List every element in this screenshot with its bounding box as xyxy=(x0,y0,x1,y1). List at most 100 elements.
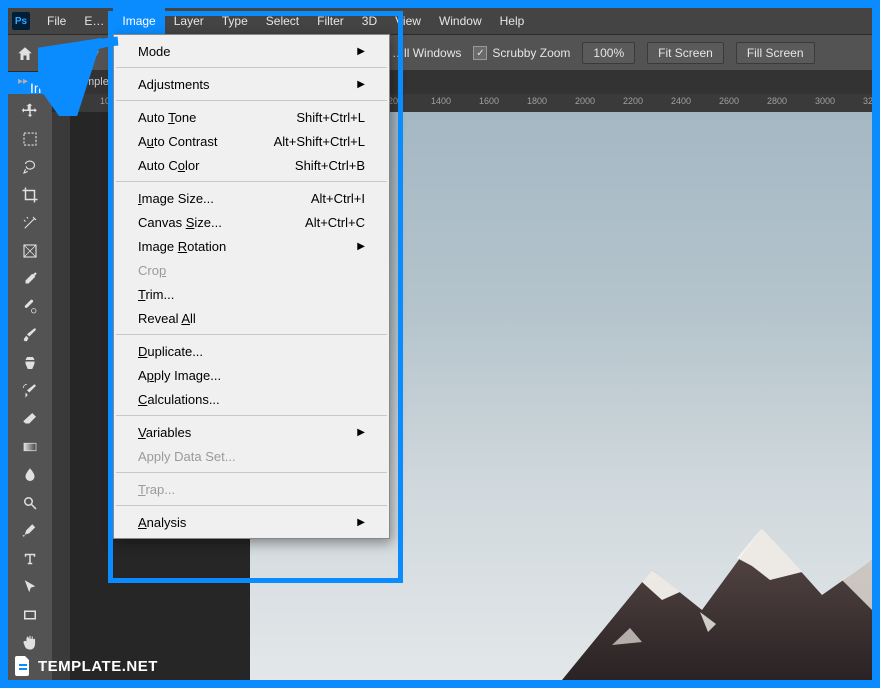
menu-item-label: Apply Data Set... xyxy=(138,449,236,464)
menu-type[interactable]: Type xyxy=(213,8,257,34)
menu-item-crop: Crop xyxy=(114,258,389,282)
all-windows-label: …ll Windows xyxy=(392,46,461,60)
eraser-icon xyxy=(21,410,39,428)
menu-item-auto-tone[interactable]: Auto Tone Shift+Ctrl+L xyxy=(114,105,389,129)
menu-item-label: Duplicate... xyxy=(138,344,203,359)
ruler-tick: 3000 xyxy=(815,96,835,106)
frame-tool[interactable] xyxy=(16,238,44,264)
crop-icon xyxy=(21,186,39,204)
menu-item-trim[interactable]: Trim... xyxy=(114,282,389,306)
menu-item-label: Analysis xyxy=(138,515,186,530)
clone-icon xyxy=(21,354,39,372)
zoom-level-field[interactable]: 100% xyxy=(582,42,635,64)
crop-tool[interactable] xyxy=(16,182,44,208)
menu-item-duplicate[interactable]: Duplicate... xyxy=(114,339,389,363)
menu-item-mode[interactable]: Mode ▶ xyxy=(114,39,389,63)
menu-item-label: Reveal All xyxy=(138,311,196,326)
ruler-tick: 2000 xyxy=(575,96,595,106)
menu-item-calculations[interactable]: Calculations... xyxy=(114,387,389,411)
menu-item-reveal-all[interactable]: Reveal All xyxy=(114,306,389,330)
ruler-tick: 1800 xyxy=(527,96,547,106)
menu-image[interactable]: Image xyxy=(113,8,164,34)
menu-select[interactable]: Select xyxy=(257,8,308,34)
ruler-tick: 1600 xyxy=(479,96,499,106)
marquee-tool[interactable] xyxy=(16,126,44,152)
eraser-tool[interactable] xyxy=(16,406,44,432)
dodge-icon xyxy=(21,494,39,512)
menu-item-label: Mode xyxy=(138,44,171,59)
dodge-tool[interactable] xyxy=(16,490,44,516)
image-menu-dropdown: Mode▶Adjustments▶Auto ToneShift+Ctrl+LAu… xyxy=(113,34,390,539)
wand-tool[interactable] xyxy=(16,210,44,236)
menu-item-label: Auto Tone xyxy=(138,110,196,125)
menu-item-label: Crop xyxy=(138,263,166,278)
menu-bar: Ps File E… Image Layer Type Select Filte… xyxy=(8,8,872,34)
submenu-arrow-icon: ▶ xyxy=(357,79,365,90)
rectangle-tool[interactable] xyxy=(16,602,44,628)
menu-item-shortcut: Alt+Ctrl+I xyxy=(311,191,365,206)
ruler-tick: 2400 xyxy=(671,96,691,106)
menu-edit[interactable]: E… xyxy=(75,8,113,34)
menu-item-canvas-size[interactable]: Canvas Size...Alt+Ctrl+C xyxy=(114,210,389,234)
fill-screen-button[interactable]: Fill Screen xyxy=(736,42,815,64)
gradient-icon xyxy=(21,438,39,456)
submenu-arrow-icon: ▶ xyxy=(357,427,365,438)
menu-item-image-rotation[interactable]: Image Rotation▶ xyxy=(114,234,389,258)
menu-filter[interactable]: Filter xyxy=(308,8,353,34)
menu-item-label: Canvas Size... xyxy=(138,215,222,230)
mountain-image xyxy=(512,500,872,680)
menu-view[interactable]: View xyxy=(386,8,430,34)
menu-item-label: Variables xyxy=(138,425,191,440)
menu-item-apply-image[interactable]: Apply Image... xyxy=(114,363,389,387)
submenu-arrow-icon: ▶ xyxy=(357,46,365,57)
fit-screen-button[interactable]: Fit Screen xyxy=(647,42,724,64)
menu-item-auto-color[interactable]: Auto ColorShift+Ctrl+B xyxy=(114,153,389,177)
menu-item-label: Trap... xyxy=(138,482,175,497)
menu-item-shortcut: Shift+Ctrl+L xyxy=(296,110,365,125)
menu-item-analysis[interactable]: Analysis▶ xyxy=(114,510,389,534)
history-brush-tool[interactable] xyxy=(16,378,44,404)
ruler-tick: 1400 xyxy=(431,96,451,106)
menu-item-trap: Trap... xyxy=(114,477,389,501)
watermark: TEMPLATE.NET xyxy=(14,656,158,676)
document-icon xyxy=(14,656,32,676)
dropdown-caret-icon[interactable]: ▾ xyxy=(94,48,99,59)
type-tool[interactable] xyxy=(16,546,44,572)
clone-tool[interactable] xyxy=(16,350,44,376)
pen-tool[interactable] xyxy=(16,518,44,544)
menu-file[interactable]: File xyxy=(38,8,75,34)
menu-item-adjustments[interactable]: Adjustments▶ xyxy=(114,72,389,96)
menu-3d[interactable]: 3D xyxy=(353,8,386,34)
home-icon[interactable] xyxy=(16,45,32,61)
panel-expand-icon[interactable]: ▸▸ xyxy=(18,76,28,87)
vertical-ruler xyxy=(52,112,71,680)
history-brush-icon xyxy=(21,382,39,400)
menu-separator xyxy=(116,181,387,182)
lasso-tool[interactable] xyxy=(16,154,44,180)
spot-heal-icon xyxy=(21,298,39,316)
path-selection-tool[interactable] xyxy=(16,574,44,600)
brush-tool[interactable] xyxy=(16,322,44,348)
checkbox-icon: ✓ xyxy=(473,46,487,60)
menu-item-variables[interactable]: Variables ▶ xyxy=(114,420,389,444)
wand-icon xyxy=(21,214,39,232)
menu-window[interactable]: Window xyxy=(430,8,491,34)
scrubby-zoom-checkbox[interactable]: ✓ Scrubby Zoom xyxy=(473,46,570,60)
menu-help[interactable]: Help xyxy=(491,8,534,34)
move-tool[interactable] xyxy=(16,98,44,124)
menu-item-apply-data-set: Apply Data Set... xyxy=(114,444,389,468)
marquee-icon xyxy=(21,130,39,148)
zoom-tool-icon[interactable] xyxy=(64,44,82,62)
ruler-tick: 2200 xyxy=(623,96,643,106)
eyedropper-tool[interactable] xyxy=(16,266,44,292)
hand-icon xyxy=(21,634,39,652)
submenu-arrow-icon: ▶ xyxy=(357,241,365,252)
menu-layer[interactable]: Layer xyxy=(165,8,213,34)
spot-heal-tool[interactable] xyxy=(16,294,44,320)
gradient-tool[interactable] xyxy=(16,434,44,460)
menu-item-label: Trim... xyxy=(138,287,174,302)
blur-tool[interactable] xyxy=(16,462,44,488)
menu-item-image-size[interactable]: Image Size...Alt+Ctrl+I xyxy=(114,186,389,210)
menu-item-auto-contrast[interactable]: Auto ContrastAlt+Shift+Ctrl+L xyxy=(114,129,389,153)
hand-tool[interactable] xyxy=(16,630,44,656)
